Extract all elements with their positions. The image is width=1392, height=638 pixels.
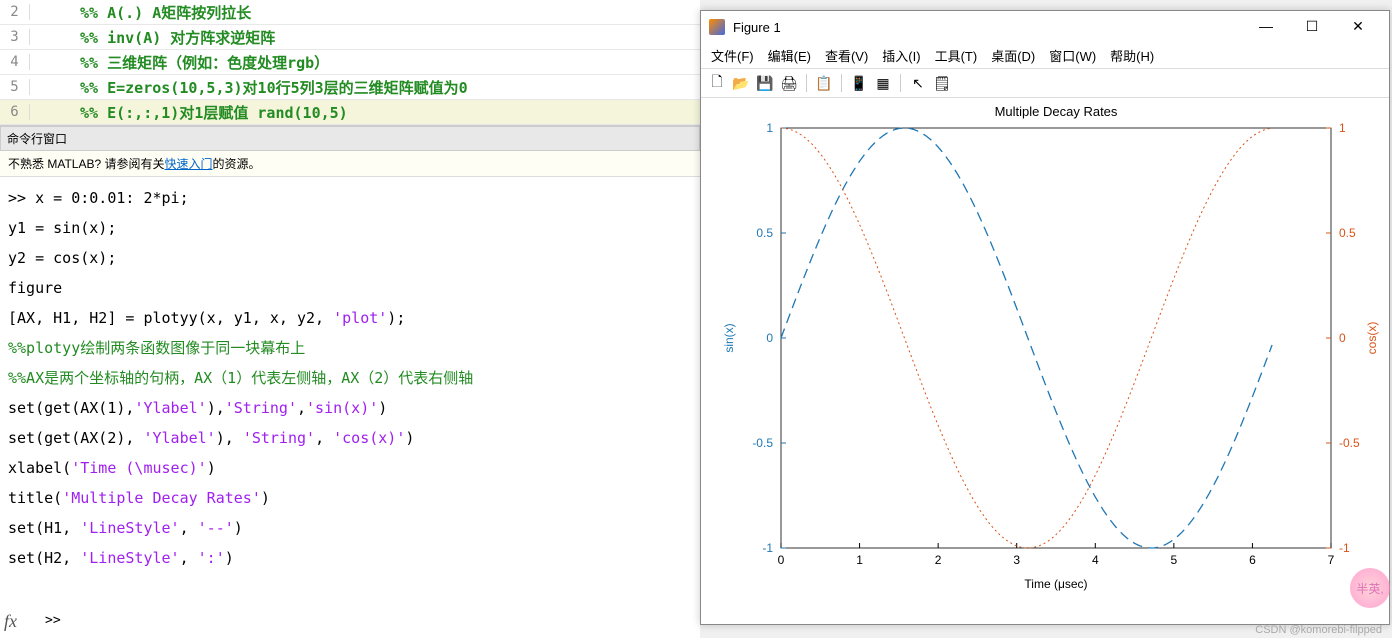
code-line[interactable]: %% E=zeros(10,5,3)对10行5列3层的三维矩阵赋值为0 (30, 77, 468, 98)
editor-pane[interactable]: 2%% A(.) A矩阵按列拉长3%% inv(A) 对方阵求逆矩阵4%% 三维… (0, 0, 700, 126)
svg-text:-0.5: -0.5 (1339, 436, 1360, 450)
svg-text:3: 3 (1013, 553, 1020, 567)
toolbar-button[interactable]: 🖨 (779, 73, 799, 93)
command-line: y2 = cos(x); (8, 243, 692, 273)
hint-post: 的资源。 (212, 157, 260, 171)
svg-text:-1: -1 (1339, 541, 1350, 555)
command-line: >> x = 0:0.01: 2*pi; (8, 183, 692, 213)
svg-text:-0.5: -0.5 (752, 436, 773, 450)
svg-text:-1: -1 (762, 541, 773, 555)
menu-item[interactable]: 帮助(H) (1110, 46, 1154, 65)
toolbar-button[interactable]: ↖ (908, 73, 928, 93)
command-line: set(H1, 'LineStyle', '--') (8, 513, 692, 543)
command-line: [AX, H1, H2] = plotyy(x, y1, x, y2, 'plo… (8, 303, 692, 333)
close-button[interactable]: ✕ (1335, 12, 1381, 42)
toolbar-button[interactable]: 📂 (731, 73, 751, 93)
hint-pre: 不熟悉 MATLAB? 请参阅有关 (8, 157, 164, 171)
plot-svg: 0 1 2 3 4 5 6 7 -1 -0.5 0 0.5 1 -1 -0.5 0 0.5 1 Multiple D… (701, 98, 1391, 598)
svg-text:0.5: 0.5 (1339, 226, 1356, 240)
svg-text:5: 5 (1171, 553, 1178, 567)
command-line: set(H2, 'LineStyle', ':') (8, 543, 692, 573)
code-line[interactable]: %% E(:,:,1)对1层赋值 rand(10,5) (30, 102, 348, 123)
minimize-button[interactable]: — (1243, 12, 1289, 42)
maximize-button[interactable]: ☐ (1289, 12, 1335, 42)
fx-icon[interactable]: fx (4, 611, 17, 632)
toolbar-button[interactable]: ▦ (873, 73, 893, 93)
svg-text:sin(x): sin(x) (722, 323, 736, 352)
menu-item[interactable]: 查看(V) (825, 46, 868, 65)
toolbar-button[interactable]: 🗒 (932, 73, 952, 93)
command-line: set(get(AX(2), 'Ylabel'), 'String', 'cos… (8, 423, 692, 453)
menu-item[interactable]: 桌面(D) (991, 46, 1035, 65)
svg-text:0: 0 (778, 553, 785, 567)
line-number: 5 (0, 79, 30, 95)
line-number: 4 (0, 54, 30, 70)
svg-text:0: 0 (1339, 331, 1346, 345)
matlab-icon (709, 19, 725, 35)
svg-text:Multiple Decay Rates: Multiple Decay Rates (995, 104, 1118, 119)
line-number: 3 (0, 29, 30, 45)
svg-text:1: 1 (766, 121, 773, 135)
svg-text:6: 6 (1249, 553, 1256, 567)
figure-menubar[interactable]: 文件(F) 编辑(E) 查看(V) 插入(I) 工具(T) 桌面(D) 窗口(W) 帮助(H) (701, 43, 1389, 69)
figure-toolbar[interactable]: 🗋📂💾🖨 📋 📱▦ ↖🗒 (701, 69, 1389, 98)
figure-titlebar[interactable]: Figure 1 — ☐ ✕ (701, 11, 1389, 43)
toolbar-button[interactable]: 📋 (814, 73, 834, 93)
toolbar-button[interactable]: 📱 (849, 73, 869, 93)
command-window-title: 命令行窗口 (0, 126, 700, 151)
command-line: set(get(AX(1),'Ylabel'),'String','sin(x)… (8, 393, 692, 423)
svg-text:2: 2 (935, 553, 942, 567)
code-line[interactable]: %% inv(A) 对方阵求逆矩阵 (30, 27, 275, 48)
command-line: %%AX是两个坐标轴的句柄，AX（1）代表左侧轴，AX（2）代表右侧轴 (8, 363, 692, 393)
prompt[interactable]: >> (45, 613, 61, 628)
command-line: figure (8, 273, 692, 303)
menu-item[interactable]: 编辑(E) (768, 46, 811, 65)
menu-item[interactable]: 文件(F) (711, 46, 754, 65)
badge-icon: 半英, (1350, 568, 1390, 608)
menu-item[interactable]: 插入(I) (882, 46, 920, 65)
command-line: %%plotyy绘制两条函数图像于同一块幕布上 (8, 333, 692, 363)
command-window-body[interactable]: >> x = 0:0.01: 2*pi;y1 = sin(x);y2 = cos… (0, 177, 700, 579)
menu-item[interactable]: 工具(T) (935, 46, 978, 65)
command-hint: 不熟悉 MATLAB? 请参阅有关快速入门的资源。 (0, 151, 700, 177)
svg-text:0: 0 (766, 331, 773, 345)
figure-window[interactable]: Figure 1 — ☐ ✕ 文件(F) 编辑(E) 查看(V) 插入(I) 工具(T)… (700, 10, 1390, 625)
command-line: y1 = sin(x); (8, 213, 692, 243)
plot-area[interactable]: 0 1 2 3 4 5 6 7 -1 -0.5 0 0.5 1 -1 -0.5 0 0.5 1 Multiple D… (701, 98, 1389, 598)
svg-text:cos(x): cos(x) (1365, 322, 1379, 355)
code-line[interactable]: %% A(.) A矩阵按列拉长 (30, 2, 251, 23)
svg-text:4: 4 (1092, 553, 1099, 567)
code-line[interactable]: %% 三维矩阵（例如：色度处理rgb） (30, 52, 329, 73)
svg-text:Time (μsec): Time (μsec) (1024, 577, 1087, 591)
line-number: 2 (0, 4, 30, 20)
svg-text:1: 1 (856, 553, 863, 567)
figure-title: Figure 1 (733, 20, 1243, 35)
command-line: xlabel('Time (\musec)') (8, 453, 692, 483)
svg-text:1: 1 (1339, 121, 1346, 135)
menu-item[interactable]: 窗口(W) (1049, 46, 1096, 65)
svg-text:7: 7 (1328, 553, 1335, 567)
toolbar-button[interactable]: 💾 (755, 73, 775, 93)
line-number: 6 (0, 104, 30, 120)
svg-text:0.5: 0.5 (756, 226, 773, 240)
watermark: CSDN @komorebi-filpped (1255, 624, 1382, 636)
toolbar-button[interactable]: 🗋 (707, 73, 727, 93)
command-line: title('Multiple Decay Rates') (8, 483, 692, 513)
quickstart-link[interactable]: 快速入门 (164, 157, 212, 171)
